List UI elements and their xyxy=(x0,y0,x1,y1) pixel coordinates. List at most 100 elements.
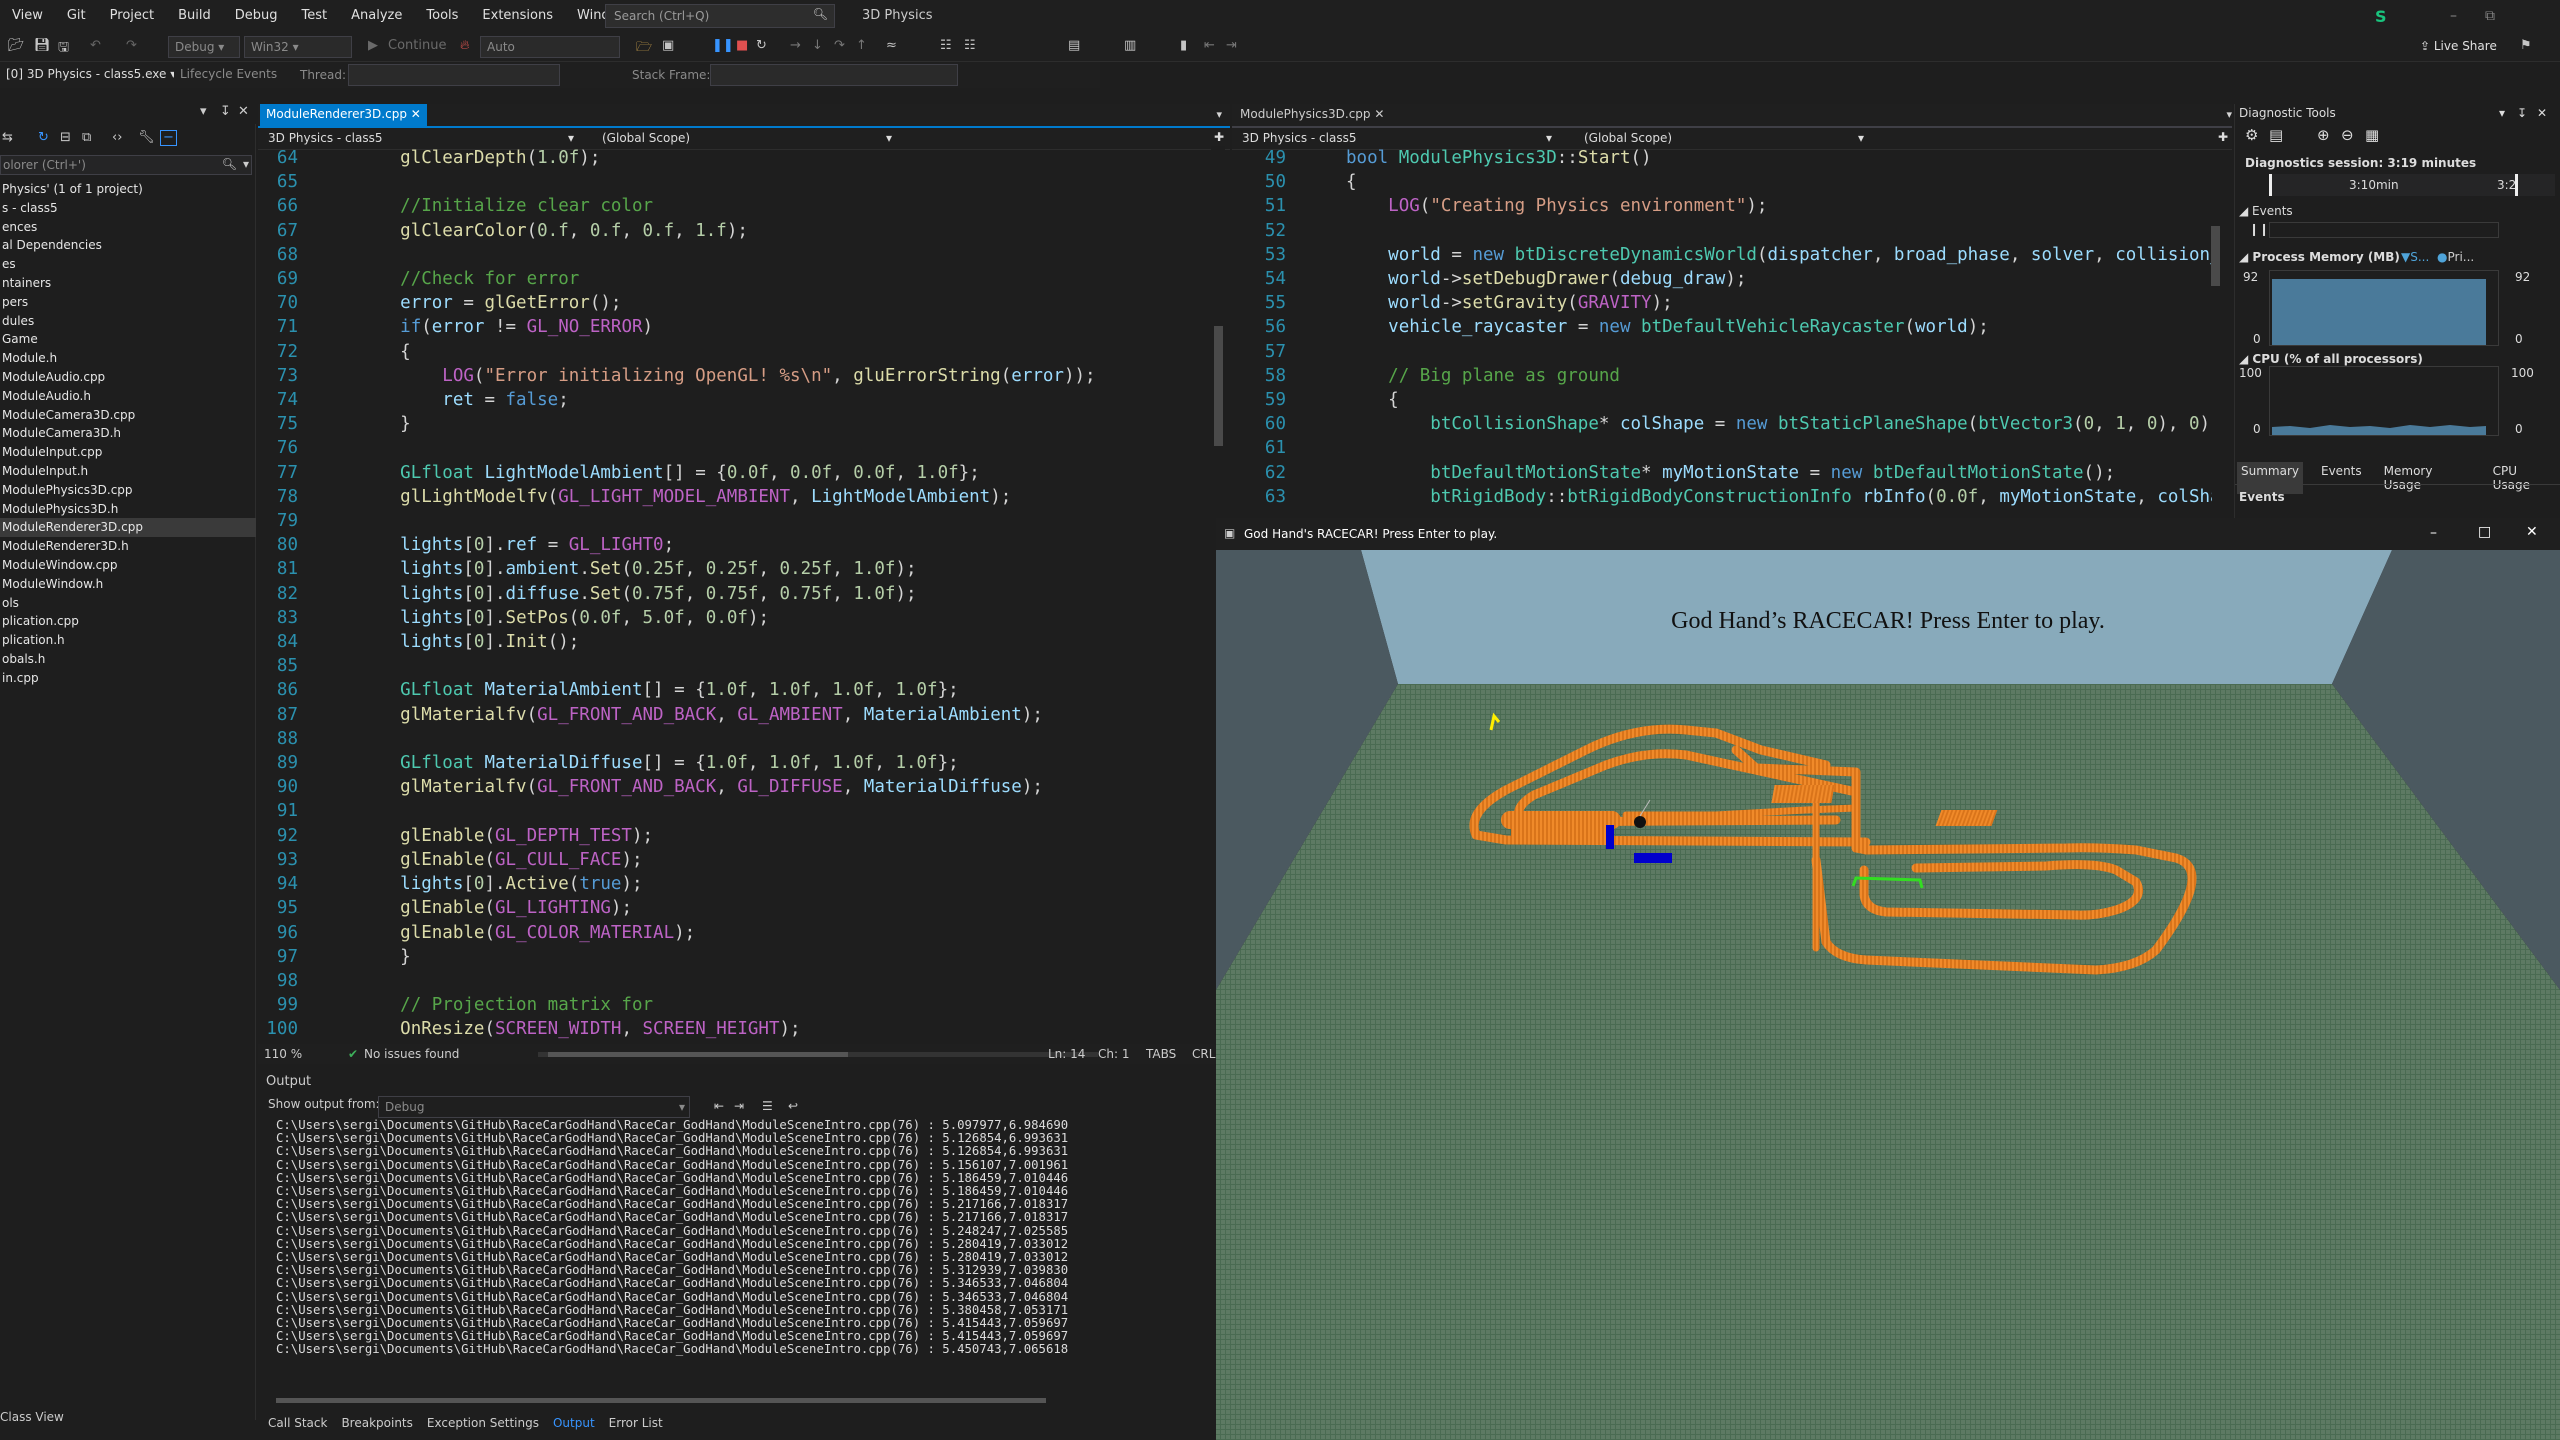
menu-item[interactable]: Analyze xyxy=(339,0,414,32)
code-line[interactable]: glEnable(GL_DEPTH_TEST); xyxy=(358,824,1208,848)
split-icon[interactable]: ✚ xyxy=(2218,130,2228,144)
search-input[interactable]: Search (Ctrl+Q) 🔍︎ xyxy=(605,4,835,28)
code-line[interactable] xyxy=(358,969,1208,993)
code-line[interactable]: //Initialize clear color xyxy=(358,194,1208,218)
diagnostics-icon[interactable]: ≈ xyxy=(886,38,897,53)
bottom-tab[interactable]: Exception Settings xyxy=(427,1416,539,1430)
code-line[interactable]: LOG("Creating Physics environment"); xyxy=(1346,194,2212,218)
prev-bookmark-icon[interactable]: ⇤ xyxy=(1204,38,1215,53)
word-wrap-icon[interactable]: ↩ xyxy=(788,1099,798,1113)
code-line[interactable]: glEnable(GL_COLOR_MATERIAL); xyxy=(358,921,1208,945)
solution-tree-item[interactable]: pers xyxy=(0,293,256,312)
output-log[interactable]: C:\Users\sergi\Documents\GitHub\RaceCarG… xyxy=(258,1118,1216,1357)
solution-tree-item[interactable]: al Dependencies xyxy=(0,236,256,255)
diagnostic-tab[interactable]: Memory Usage xyxy=(2380,462,2475,494)
next-message-icon[interactable]: ⇥ xyxy=(734,1099,744,1113)
reset-view-icon[interactable]: ▦ xyxy=(2365,126,2379,144)
code-line[interactable]: glMaterialfv(GL_FRONT_AND_BACK, GL_AMBIE… xyxy=(358,703,1208,727)
restore-icon[interactable]: ⧉ xyxy=(2485,8,2495,24)
platform-dropdown[interactable]: Win32 ▾ xyxy=(244,36,352,58)
code-line[interactable]: GLfloat LightModelAmbient[] = {0.0f, 0.0… xyxy=(358,461,1208,485)
stack-frame-dropdown[interactable] xyxy=(710,64,958,86)
code-line[interactable]: { xyxy=(1346,170,2212,194)
pane-menu-icon[interactable]: ▾ xyxy=(2499,106,2505,120)
close-tab-icon[interactable]: ✕ xyxy=(411,107,421,121)
diagnostic-tab[interactable]: CPU Usage xyxy=(2489,462,2560,494)
select-tools-icon[interactable]: ▤ xyxy=(2269,126,2283,144)
save-icon[interactable]: 💾︎ xyxy=(34,38,51,53)
solution-tree-item[interactable]: dules xyxy=(0,312,256,331)
code-line[interactable]: vehicle_raycaster = new btDefaultVehicle… xyxy=(1346,315,2212,339)
code-line[interactable]: btCollisionShape* colShape = new btStati… xyxy=(1346,412,2212,436)
code-line[interactable]: } xyxy=(358,412,1208,436)
code-line[interactable]: { xyxy=(358,340,1208,364)
pause-events-icon[interactable]: ❙❙ xyxy=(2249,222,2269,236)
show-next-statement-icon[interactable]: → xyxy=(790,38,801,53)
code-line[interactable]: world->setDebugDrawer(debug_draw); xyxy=(1346,267,2212,291)
menu-item[interactable]: Git xyxy=(55,0,98,32)
code-line[interactable]: LOG("Error initializing OpenGL! %s\n", g… xyxy=(358,364,1208,388)
menu-item[interactable]: View xyxy=(0,0,55,32)
solution-tree-item[interactable]: ModuleAudio.h xyxy=(0,387,256,406)
solution-tree-item[interactable]: ntainers xyxy=(0,274,256,293)
properties-icon[interactable]: 🔧︎ xyxy=(138,130,155,145)
solution-tree-item[interactable]: ModuleInput.cpp xyxy=(0,443,256,462)
code-line[interactable]: btDefaultMotionState* myMotionState = ne… xyxy=(1346,461,2212,485)
tab-modulerenderer3d[interactable]: ModuleRenderer3D.cpp ✕ xyxy=(260,104,427,126)
continue-icon[interactable]: ▶ xyxy=(368,38,378,53)
pin-icon[interactable]: ↧ xyxy=(2517,106,2527,120)
solution-tree-item[interactable]: ModuleCamera3D.cpp xyxy=(0,406,256,425)
undo-icon[interactable]: ↶ xyxy=(90,38,101,53)
events-timeline[interactable] xyxy=(2269,222,2499,238)
game-viewport[interactable]: God Hand’s RACECAR! Press Enter to play. xyxy=(1216,550,2560,1440)
code-line[interactable] xyxy=(1346,219,2212,243)
preview-icon[interactable]: − xyxy=(160,130,177,146)
tool-icon-3[interactable]: ▤ xyxy=(1068,38,1080,53)
close-pane-icon[interactable]: ✕ xyxy=(2537,106,2547,120)
code-line[interactable]: glLightModelfv(GL_LIGHT_MODEL_AMBIENT, L… xyxy=(358,485,1208,509)
restart-icon[interactable]: ↻ xyxy=(756,38,767,53)
continue-button[interactable]: Continue xyxy=(388,38,446,53)
maximize-icon[interactable]: □ xyxy=(2478,524,2491,540)
solution-tree-item[interactable]: ModuleCamera3D.h xyxy=(0,424,256,443)
solution-tree-item[interactable]: s - class5 xyxy=(0,199,256,218)
bottom-tab[interactable]: Output xyxy=(553,1416,595,1430)
save-all-icon[interactable]: 🖫︎ xyxy=(58,38,69,60)
menu-item[interactable]: Extensions xyxy=(470,0,565,32)
redo-icon[interactable]: ↷ xyxy=(126,38,137,53)
solution-tree-item[interactable]: ModuleRenderer3D.h xyxy=(0,537,256,556)
config-dropdown[interactable]: Debug ▾ xyxy=(168,36,240,58)
minimize-icon[interactable]: – xyxy=(2430,525,2437,541)
solution-tree-item[interactable]: Physics' (1 of 1 project) xyxy=(0,180,256,199)
minimize-icon[interactable]: – xyxy=(2450,8,2457,24)
issues-status[interactable]: No issues found xyxy=(364,1047,459,1061)
code-line[interactable]: // Projection matrix for xyxy=(358,993,1208,1017)
solution-tree-item[interactable]: ModuleWindow.h xyxy=(0,575,256,594)
code-line[interactable]: } xyxy=(358,945,1208,969)
horizontal-scrollbar[interactable] xyxy=(538,1052,1098,1057)
code-line[interactable] xyxy=(358,170,1208,194)
tab-overflow-icon[interactable]: ▾ xyxy=(1216,108,1222,121)
zoom-out-icon[interactable]: ⊖ xyxy=(2341,126,2354,144)
code-line[interactable] xyxy=(358,243,1208,267)
code-line[interactable]: lights[0].Init(); xyxy=(358,630,1208,654)
show-all-icon[interactable]: ⧉ xyxy=(82,130,91,145)
timeline-ruler[interactable]: 3:10min 3:2 xyxy=(2269,174,2555,196)
close-tab-icon[interactable]: ✕ xyxy=(1374,107,1384,121)
bottom-tab[interactable]: Breakpoints xyxy=(341,1416,412,1430)
step-out-icon[interactable]: ↑ xyxy=(856,38,867,53)
feedback-icon[interactable]: ⚑ xyxy=(2520,38,2532,53)
code-lines[interactable]: bool ModulePhysics3D::Start(){ LOG("Crea… xyxy=(1346,146,2212,509)
bottom-tab[interactable]: Error List xyxy=(609,1416,663,1430)
code-line[interactable]: lights[0].ambient.Set(0.25f, 0.25f, 0.25… xyxy=(358,557,1208,581)
code-line[interactable]: if(error != GL_NO_ERROR) xyxy=(358,315,1208,339)
code-line[interactable]: lights[0].ref = GL_LIGHT0; xyxy=(358,533,1208,557)
bottom-tab[interactable]: Call Stack xyxy=(268,1416,327,1430)
class-view-tab[interactable]: Class View xyxy=(0,1410,64,1424)
line-ending-indicator[interactable]: CRL xyxy=(1192,1047,1215,1061)
code-line[interactable]: GLfloat MaterialDiffuse[] = {1.0f, 1.0f,… xyxy=(358,751,1208,775)
menu-item[interactable]: Debug xyxy=(223,0,290,32)
new-item-icon[interactable]: 📂︎ xyxy=(8,38,25,53)
code-line[interactable] xyxy=(1346,340,2212,364)
solution-tree-item[interactable]: plication.h xyxy=(0,631,256,650)
